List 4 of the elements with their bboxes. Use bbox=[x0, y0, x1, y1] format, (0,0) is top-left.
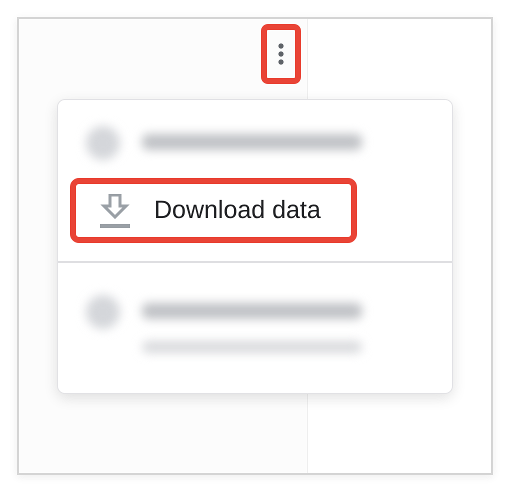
more-button[interactable] bbox=[261, 24, 301, 84]
more-icon bbox=[278, 43, 284, 65]
menu-item[interactable]: Download data bbox=[70, 178, 357, 243]
download-icon bbox=[100, 194, 130, 228]
